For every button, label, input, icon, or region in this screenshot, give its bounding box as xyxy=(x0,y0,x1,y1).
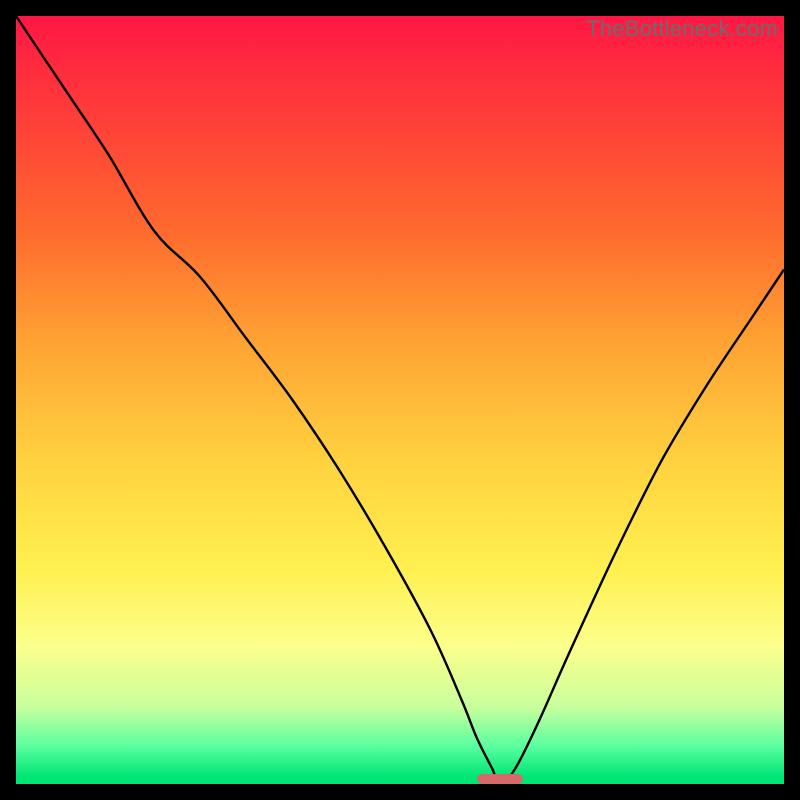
curve-path xyxy=(16,16,784,784)
bottleneck-curve xyxy=(16,16,784,784)
optimal-range-marker xyxy=(477,774,523,784)
chart-frame: TheBottleneck.com xyxy=(0,0,800,800)
plot-area: TheBottleneck.com xyxy=(16,16,784,784)
